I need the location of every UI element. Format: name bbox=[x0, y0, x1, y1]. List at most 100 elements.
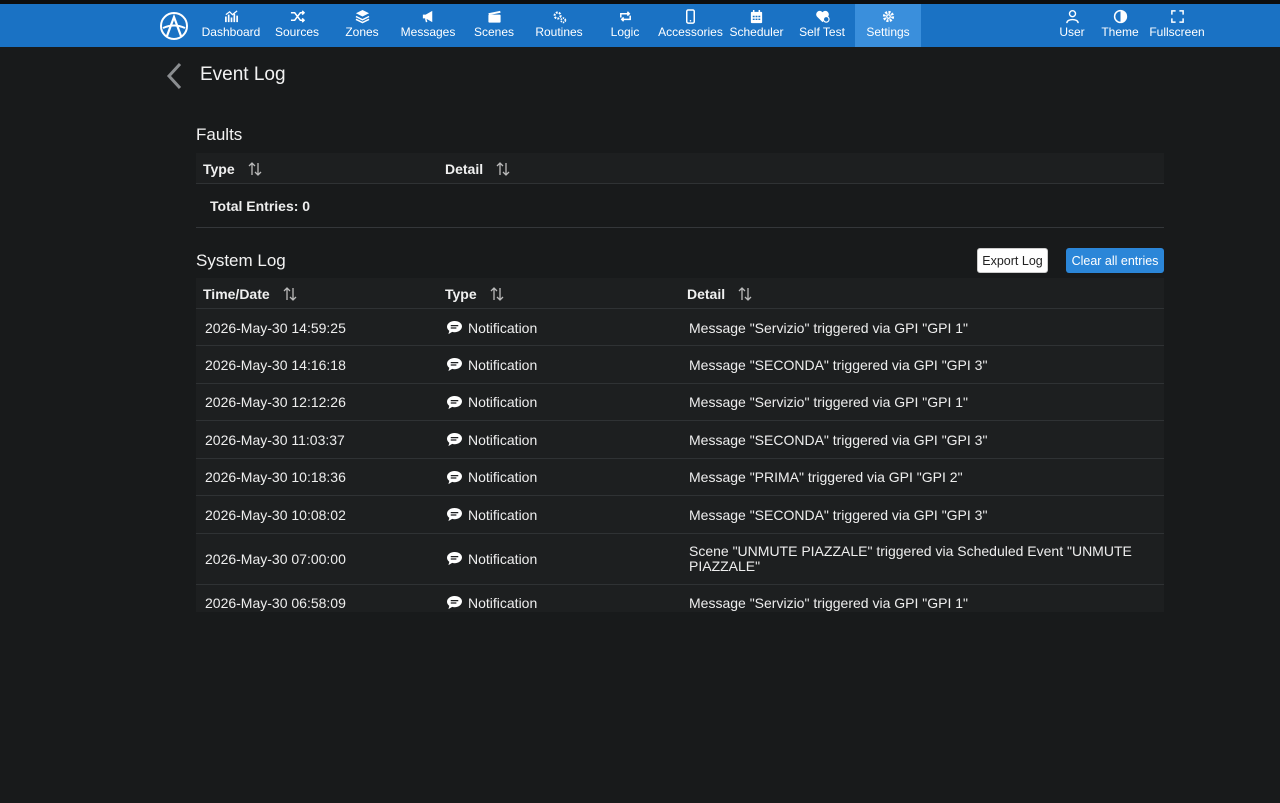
calendar-icon bbox=[749, 4, 764, 26]
nav-label: Zones bbox=[345, 25, 379, 39]
cell-time: 2026-May-30 14:59:25 bbox=[205, 319, 346, 336]
cell-type: Notification bbox=[446, 309, 537, 346]
cell-type: Notification bbox=[446, 496, 537, 533]
nav-label: Logic bbox=[610, 25, 640, 39]
nav-scheduler[interactable]: Scheduler bbox=[729, 4, 784, 47]
table-row[interactable]: 2026-May-30 14:16:18 Notification Messag… bbox=[196, 346, 1164, 384]
nav-label: Sources bbox=[274, 25, 320, 39]
nav-label: Dashboard bbox=[201, 25, 261, 39]
chat-bubble-icon bbox=[447, 320, 462, 335]
cell-time: 2026-May-30 06:58:09 bbox=[205, 594, 346, 611]
column-label: Type bbox=[203, 160, 235, 177]
system-log-header: Time/Date Type Detail bbox=[196, 278, 1164, 309]
chart-line-icon bbox=[224, 4, 239, 26]
sort-icon bbox=[283, 286, 297, 301]
column-header-type[interactable]: Type bbox=[203, 153, 263, 184]
system-log-body: 2026-May-30 14:59:25 Notification Messag… bbox=[196, 309, 1164, 612]
nav-routines[interactable]: Routines bbox=[535, 4, 583, 47]
cell-type: Notification bbox=[446, 384, 537, 421]
type-label: Notification bbox=[468, 394, 538, 410]
cell-time: 2026-May-30 12:12:26 bbox=[205, 394, 346, 410]
table-row[interactable]: 2026-May-30 10:08:02 Notification Messag… bbox=[196, 496, 1164, 534]
nav-zones[interactable]: Zones bbox=[343, 4, 381, 47]
nav-label: Self Test bbox=[799, 25, 845, 39]
top-navbar: Dashboard Sources Zones Messages Scenes … bbox=[0, 4, 1280, 47]
cell-type: Notification bbox=[446, 421, 537, 458]
repeat-icon bbox=[618, 4, 633, 26]
cell-detail: Message "PRIMA" triggered via GPI "GPI 2… bbox=[689, 469, 963, 485]
chat-bubble-icon bbox=[447, 470, 462, 484]
gears-icon bbox=[552, 4, 567, 26]
nav-label: Accessories bbox=[658, 25, 723, 39]
faults-table-header: Type Detail bbox=[196, 153, 1164, 184]
column-header-time[interactable]: Time/Date bbox=[203, 278, 298, 309]
table-row[interactable]: 2026-May-30 06:58:09 Notification Messag… bbox=[196, 585, 1164, 612]
page-title: Event Log bbox=[200, 64, 286, 85]
nav-label: User bbox=[1059, 25, 1085, 39]
expand-icon bbox=[1170, 4, 1185, 26]
gear-icon bbox=[881, 4, 896, 26]
nav-settings[interactable]: Settings bbox=[855, 4, 921, 47]
sort-icon bbox=[490, 286, 504, 301]
faults-table: Type Detail Total Entries: 0 bbox=[196, 153, 1164, 228]
cell-time: 2026-May-30 10:08:02 bbox=[205, 506, 346, 523]
app-logo-icon[interactable] bbox=[158, 10, 190, 42]
nav-label: Theme bbox=[1101, 25, 1139, 39]
column-label: Time/Date bbox=[203, 285, 270, 302]
nav-theme[interactable]: Theme bbox=[1100, 4, 1140, 47]
cell-time: 2026-May-30 10:18:36 bbox=[205, 469, 346, 485]
megaphone-icon bbox=[421, 4, 436, 26]
table-row[interactable]: 2026-May-30 14:59:25 Notification Messag… bbox=[196, 309, 1164, 346]
type-label: Notification bbox=[468, 469, 538, 485]
back-button[interactable] bbox=[164, 62, 186, 90]
system-log-title: System Log bbox=[196, 251, 286, 270]
nav-label: Routines bbox=[535, 25, 583, 39]
column-header-detail[interactable]: Detail bbox=[687, 278, 753, 309]
nav-sources[interactable]: Sources bbox=[273, 4, 321, 47]
cell-detail: Message "Servizio" triggered via GPI "GP… bbox=[689, 594, 968, 611]
export-log-button[interactable]: Export Log bbox=[977, 248, 1048, 273]
shuffle-icon bbox=[290, 4, 305, 26]
type-label: Notification bbox=[468, 431, 538, 448]
column-label: Detail bbox=[687, 285, 726, 302]
cell-time: 2026-May-30 14:16:18 bbox=[205, 356, 346, 373]
column-header-type[interactable]: Type bbox=[445, 278, 505, 309]
column-header-detail[interactable]: Detail bbox=[445, 153, 511, 184]
contrast-icon bbox=[1113, 4, 1128, 26]
nav-dashboard[interactable]: Dashboard bbox=[201, 4, 261, 47]
type-label: Notification bbox=[468, 356, 538, 373]
cell-time: 2026-May-30 11:03:37 bbox=[205, 431, 345, 448]
total-entries: Total Entries: 0 bbox=[210, 198, 311, 214]
cell-type: Notification bbox=[446, 534, 537, 584]
cell-type: Notification bbox=[446, 459, 537, 496]
nav-user[interactable]: User bbox=[1057, 4, 1087, 47]
table-row[interactable]: 2026-May-30 11:03:37 Notification Messag… bbox=[196, 421, 1164, 459]
cell-type: Notification bbox=[446, 585, 537, 621]
table-row[interactable]: 2026-May-30 10:18:36 Notification Messag… bbox=[196, 459, 1164, 496]
nav-label: Scheduler bbox=[729, 25, 784, 39]
nav-logic[interactable]: Logic bbox=[608, 4, 642, 47]
cell-detail: Scene "UNMUTE PIAZZALE" triggered via Sc… bbox=[689, 542, 1132, 574]
table-row[interactable]: 2026-May-30 07:00:00 Notification Scene … bbox=[196, 534, 1164, 585]
table-row[interactable]: 2026-May-30 12:12:26 Notification Messag… bbox=[196, 384, 1164, 421]
nav-accessories[interactable]: Accessories bbox=[658, 4, 723, 47]
phone-icon bbox=[683, 4, 698, 26]
system-log-table: Time/Date Type Detail 2026-May-30 14:59:… bbox=[196, 278, 1164, 612]
heart-pulse-icon bbox=[815, 4, 830, 26]
clear-all-entries-button[interactable]: Clear all entries bbox=[1066, 248, 1164, 273]
nav-messages[interactable]: Messages bbox=[401, 4, 455, 47]
clapperboard-icon bbox=[487, 4, 502, 26]
type-label: Notification bbox=[468, 506, 538, 523]
nav-label: Messages bbox=[400, 25, 456, 39]
chat-bubble-icon bbox=[447, 395, 462, 409]
sort-icon bbox=[496, 161, 510, 176]
nav-label: Fullscreen bbox=[1149, 25, 1205, 39]
nav-fullscreen[interactable]: Fullscreen bbox=[1149, 4, 1205, 47]
cell-detail: Message "Servizio" triggered via GPI "GP… bbox=[689, 394, 968, 410]
cell-type: Notification bbox=[446, 346, 537, 383]
type-label: Notification bbox=[468, 594, 538, 611]
nav-scenes[interactable]: Scenes bbox=[473, 4, 515, 47]
chevron-left-icon bbox=[166, 62, 182, 90]
nav-self-test[interactable]: Self Test bbox=[798, 4, 846, 47]
nav-label: Settings bbox=[866, 25, 910, 39]
